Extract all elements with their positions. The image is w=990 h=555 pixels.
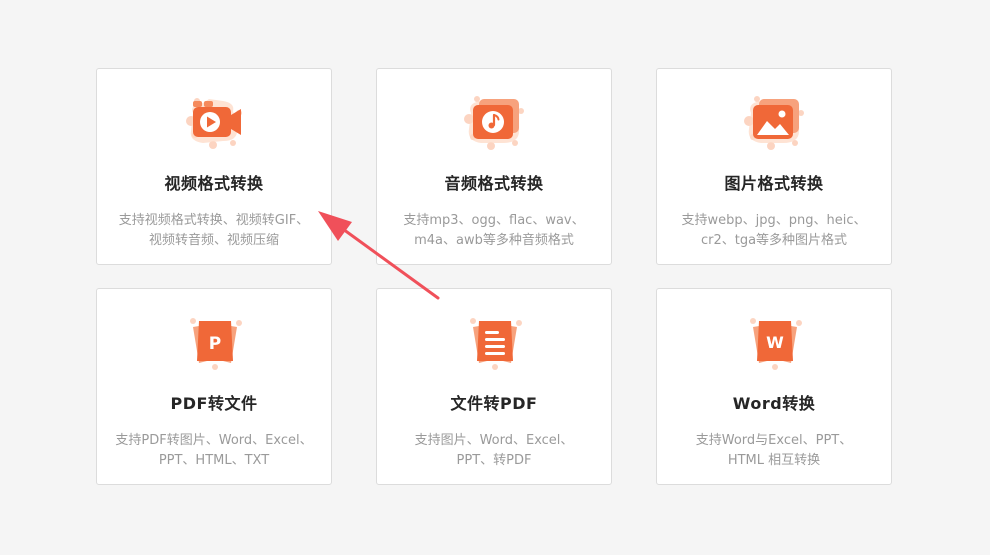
pdf-p-icon: P	[183, 311, 247, 371]
card-description: 支持PDF转图片、Word、Excel、 PPT、HTML、TXT	[105, 431, 323, 471]
desc-line: 支持视频格式转换、视频转GIF、	[118, 213, 310, 228]
card-title: PDF转文件	[170, 394, 258, 413]
desc-line: 支持mp3、ogg、flac、wav、	[403, 213, 585, 228]
desc-line: HTML 相互转换	[727, 453, 821, 468]
card-pdf-to-file[interactable]: P PDF转文件 支持PDF转图片、Word、Excel、 PPT、HTML、T…	[96, 288, 332, 485]
card-title: 视频格式转换	[164, 174, 264, 193]
document-lines-icon	[463, 311, 527, 371]
desc-line: PPT、转PDF	[456, 453, 532, 468]
card-description: 支持图片、Word、Excel、 PPT、转PDF	[385, 431, 603, 471]
card-description: 支持webp、jpg、png、heic、 cr2、tga等多种图片格式	[665, 211, 883, 251]
card-video-convert[interactable]: 视频格式转换 支持视频格式转换、视频转GIF、 视频转音频、视频压缩	[96, 68, 332, 265]
desc-line: 支持图片、Word、Excel、	[414, 433, 574, 448]
card-description: 支持Word与Excel、PPT、 HTML 相互转换	[665, 431, 883, 471]
card-description: 支持视频格式转换、视频转GIF、 视频转音频、视频压缩	[105, 211, 323, 251]
card-description: 支持mp3、ogg、flac、wav、 m4a、awb等多种音频格式	[385, 211, 603, 251]
desc-line: 支持PDF转图片、Word、Excel、	[115, 433, 313, 448]
card-title: 音频格式转换	[444, 174, 544, 193]
image-icon	[743, 91, 807, 151]
desc-line: 支持webp、jpg、png、heic、	[681, 213, 867, 228]
card-file-to-pdf[interactable]: 文件转PDF 支持图片、Word、Excel、 PPT、转PDF	[376, 288, 612, 485]
desc-line: 视频转音频、视频压缩	[148, 233, 279, 248]
card-title: Word转换	[732, 394, 816, 413]
desc-line: 支持Word与Excel、PPT、	[695, 433, 853, 448]
svg-text:W: W	[766, 333, 784, 352]
video-camera-icon	[183, 91, 247, 151]
card-title: 文件转PDF	[450, 394, 538, 413]
desc-line: cr2、tga等多种图片格式	[700, 233, 848, 248]
card-title: 图片格式转换	[724, 174, 824, 193]
card-image-convert[interactable]: 图片格式转换 支持webp、jpg、png、heic、 cr2、tga等多种图片…	[656, 68, 892, 265]
desc-line: m4a、awb等多种音频格式	[414, 233, 574, 248]
desc-line: PPT、HTML、TXT	[158, 453, 270, 468]
music-note-icon	[463, 91, 527, 151]
card-audio-convert[interactable]: 音频格式转换 支持mp3、ogg、flac、wav、 m4a、awb等多种音频格…	[376, 68, 612, 265]
svg-text:P: P	[209, 334, 221, 354]
word-w-icon: W	[743, 311, 807, 371]
card-word-convert[interactable]: W Word转换 支持Word与Excel、PPT、 HTML 相互转换	[656, 288, 892, 485]
